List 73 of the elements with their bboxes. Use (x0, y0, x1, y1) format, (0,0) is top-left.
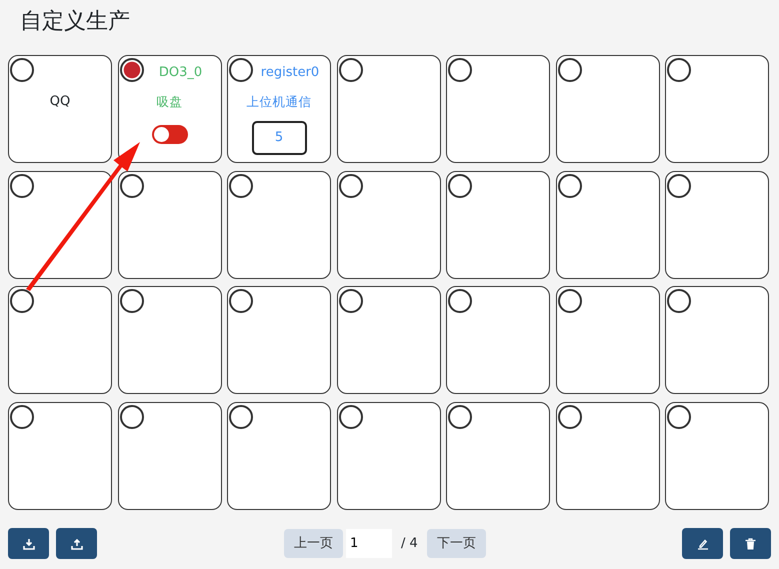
grid-cell[interactable] (118, 286, 222, 394)
grid-cell[interactable] (446, 55, 550, 163)
radio-button[interactable] (10, 174, 34, 198)
grid-cell[interactable] (446, 286, 550, 394)
grid-cell[interactable] (556, 286, 660, 394)
grid-cell[interactable] (8, 402, 112, 510)
radio-button[interactable] (558, 404, 582, 428)
radio-button[interactable] (448, 58, 472, 82)
grid-cell[interactable] (665, 402, 769, 510)
radio-button[interactable] (120, 174, 144, 198)
radio-button[interactable] (120, 404, 144, 428)
grid-cell[interactable] (227, 402, 331, 510)
radio-button[interactable] (558, 174, 582, 198)
grid-cell[interactable] (556, 55, 660, 163)
radio-button[interactable] (338, 174, 362, 198)
radio-button[interactable] (120, 289, 144, 313)
radio-button[interactable] (338, 404, 362, 428)
radio-button[interactable] (120, 58, 144, 82)
grid-cell[interactable] (336, 170, 440, 278)
grid-cell[interactable] (227, 286, 331, 394)
grid-cell[interactable] (336, 402, 440, 510)
trash-icon (745, 538, 756, 550)
radio-button[interactable] (558, 289, 582, 313)
grid-cell[interactable] (118, 170, 222, 278)
grid-cell[interactable] (556, 402, 660, 510)
radio-button[interactable] (10, 404, 34, 428)
upload-icon (70, 538, 82, 550)
cell-label: QQ (50, 93, 70, 111)
grid-cell[interactable] (446, 402, 550, 510)
cell-label: 上位机通信 (246, 92, 312, 110)
radio-button[interactable] (667, 404, 691, 428)
pencil-icon (696, 538, 708, 550)
page-title: 自定义生产 (20, 8, 131, 36)
grid-cell[interactable] (8, 170, 112, 278)
radio-button[interactable] (667, 174, 691, 198)
cell-label: 吸盘 (156, 92, 182, 110)
grid-cell[interactable] (665, 170, 769, 278)
radio-button[interactable] (667, 58, 691, 82)
grid-cell[interactable] (118, 402, 222, 510)
radio-button[interactable] (10, 289, 34, 313)
previous-page-button[interactable]: 上一页 (284, 529, 343, 558)
grid-cell[interactable] (665, 55, 769, 163)
radio-button[interactable] (10, 58, 34, 82)
radio-button[interactable] (667, 289, 691, 313)
radio-button[interactable] (448, 174, 472, 198)
page-input[interactable]: 1 (346, 529, 392, 558)
toggle-switch[interactable] (152, 125, 188, 144)
radio-button[interactable] (229, 289, 253, 313)
radio-button[interactable] (229, 174, 253, 198)
next-page-button[interactable]: 下一页 (426, 529, 486, 558)
radio-button[interactable] (338, 58, 362, 82)
radio-button[interactable] (558, 58, 582, 82)
grid-cell[interactable] (665, 286, 769, 394)
grid-cell[interactable] (8, 286, 112, 394)
grid-cell[interactable] (227, 170, 331, 278)
grid-cell[interactable] (556, 170, 660, 278)
download-button[interactable] (8, 528, 49, 559)
edit-button[interactable] (682, 528, 723, 559)
delete-button[interactable] (730, 528, 771, 559)
grid-cell[interactable] (446, 170, 550, 278)
grid-cell[interactable]: QQ (8, 55, 112, 163)
radio-button[interactable] (338, 289, 362, 313)
radio-button[interactable] (448, 289, 472, 313)
radio-button[interactable] (229, 58, 253, 82)
grid-cell[interactable] (336, 286, 440, 394)
upload-button[interactable] (56, 528, 97, 559)
page-total: / 4 (401, 534, 418, 553)
radio-button[interactable] (229, 404, 253, 428)
radio-button[interactable] (448, 404, 472, 428)
grid-cell[interactable] (336, 55, 440, 163)
cell-name: DO3_0 (158, 64, 202, 82)
cell-name: register0 (260, 64, 320, 82)
download-icon (22, 538, 34, 550)
